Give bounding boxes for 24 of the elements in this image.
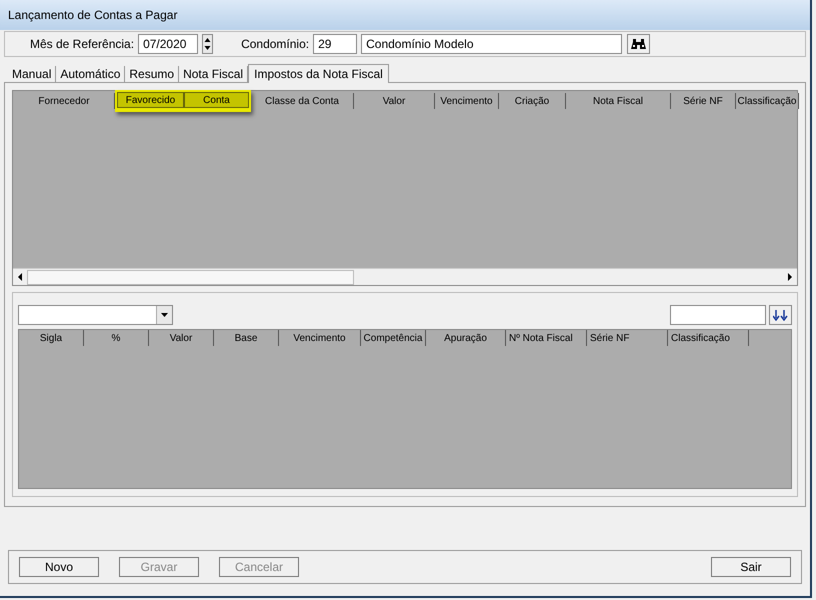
column-header[interactable]: Favorecido — [117, 92, 184, 108]
spin-arrows-icon — [204, 37, 212, 51]
action-button[interactable]: Sair — [711, 557, 791, 577]
scroll-thumb[interactable] — [27, 270, 354, 284]
condo-code-field[interactable]: 29 — [313, 34, 358, 54]
tab[interactable]: Impostos da Nota Fiscal — [248, 64, 389, 83]
action-button[interactable]: Novo — [19, 557, 99, 577]
month-field[interactable]: 07/2020 — [138, 34, 198, 54]
condo-name-field[interactable]: Condomínio Modelo — [361, 34, 622, 54]
type-dropdown[interactable] — [18, 305, 173, 325]
column-header[interactable]: Conta — [184, 92, 249, 108]
filter-field[interactable] — [670, 305, 766, 325]
spin-button[interactable] — [202, 34, 214, 54]
binoculars-icon — [631, 38, 646, 50]
column-header[interactable]: Classificação — [736, 93, 799, 109]
window-title: Lançamento de Contas a Pagar — [8, 7, 178, 24]
horizontal-scrollbar[interactable] — [13, 268, 797, 285]
dropdown-arrow-icon — [161, 313, 168, 317]
column-header[interactable]: Competência — [361, 330, 426, 346]
condo-label: Condomínio: — [241, 36, 310, 53]
sort-button[interactable] — [769, 305, 792, 325]
month-label: Mês de Referência: — [30, 36, 134, 53]
double-down-arrow-icon — [773, 310, 788, 320]
search-button[interactable] — [627, 34, 650, 54]
